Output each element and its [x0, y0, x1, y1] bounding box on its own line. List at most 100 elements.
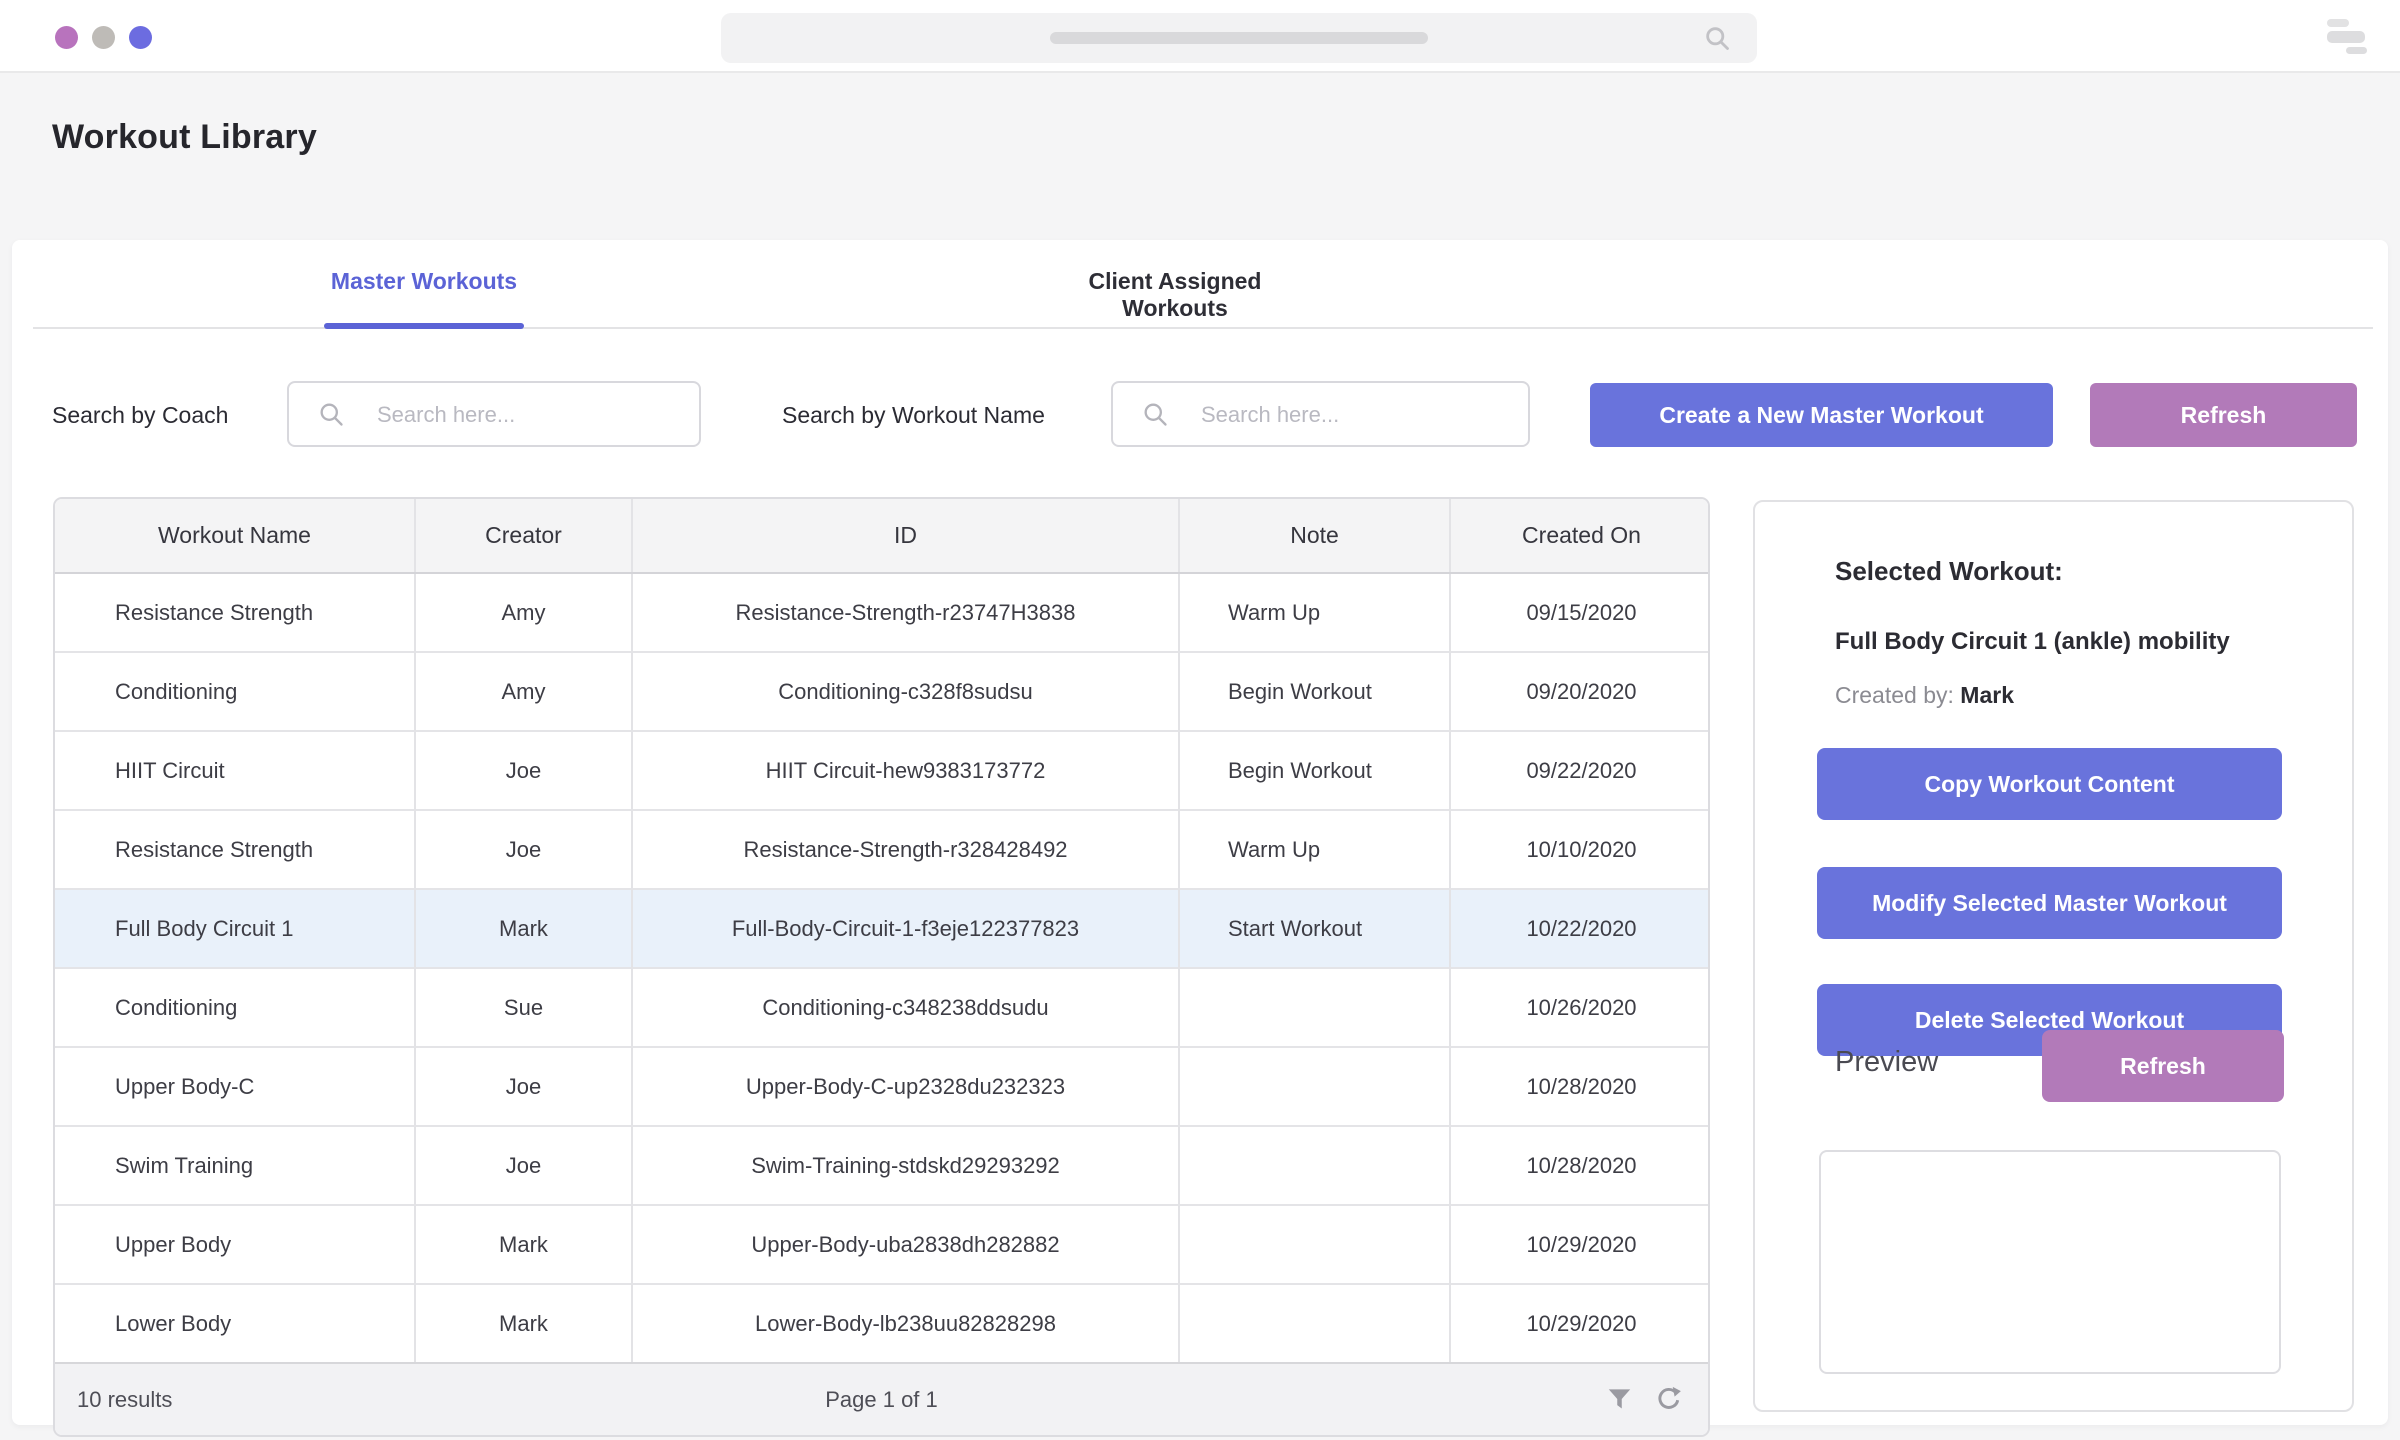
table-cell: 10/26/2020 [1450, 968, 1710, 1047]
table-cell: Begin Workout [1179, 652, 1450, 731]
results-count: 10 results [77, 1387, 172, 1413]
preview-refresh-button[interactable]: Refresh [2042, 1030, 2284, 1102]
window-control-dot-1[interactable] [55, 26, 78, 49]
table-cell: Joe [415, 731, 632, 810]
table-row[interactable]: ConditioningAmyConditioning-c328f8sudsuB… [55, 652, 1710, 731]
filter-icon[interactable] [1606, 1386, 1633, 1413]
search-by-coach-label: Search by Coach [52, 402, 228, 429]
table-cell [1179, 1126, 1450, 1205]
table-cell: Mark [415, 1284, 632, 1362]
table-cell: 09/22/2020 [1450, 731, 1710, 810]
tab-bar: Master Workouts Client Assigned Workouts [33, 240, 2373, 329]
created-by-label: Created by: [1835, 682, 1954, 708]
table-cell: Conditioning [55, 652, 415, 731]
created-by-value: Mark [1960, 682, 2014, 708]
window-control-dot-2[interactable] [92, 26, 115, 49]
column-header-id: ID [632, 499, 1179, 573]
screen: Workout Library Master Workouts Client A… [0, 0, 2400, 1440]
selected-workout-name: Full Body Circuit 1 (ankle) mobility [1835, 628, 2230, 656]
reload-icon[interactable] [1655, 1386, 1682, 1413]
table-cell: Conditioning-c348238ddsudu [632, 968, 1179, 1047]
table-row[interactable]: Resistance StrengthAmyResistance-Strengt… [55, 573, 1710, 652]
search-by-workout-name-field [1111, 381, 1530, 447]
menu-bar-segment [2327, 31, 2365, 43]
table-row[interactable]: Upper Body-CJoeUpper-Body-C-up2328du2323… [55, 1047, 1710, 1126]
window-controls [55, 26, 152, 49]
table-cell: Begin Workout [1179, 731, 1450, 810]
table-cell [1179, 968, 1450, 1047]
tab-master-workouts[interactable]: Master Workouts [324, 268, 524, 295]
table-cell: Mark [415, 1205, 632, 1284]
address-bar-placeholder-line [1050, 32, 1428, 44]
active-tab-underline [324, 323, 524, 329]
table-cell: Conditioning [55, 968, 415, 1047]
created-by-line: Created by: Mark [1835, 682, 2014, 709]
table-cell: Joe [415, 1126, 632, 1205]
table-cell: Mark [415, 889, 632, 968]
column-header-note: Note [1179, 499, 1450, 573]
table-cell: 10/28/2020 [1450, 1126, 1710, 1205]
table-cell: Amy [415, 573, 632, 652]
table-cell: Sue [415, 968, 632, 1047]
create-new-master-workout-button[interactable]: Create a New Master Workout [1590, 383, 2053, 447]
search-icon [317, 400, 345, 428]
table-cell: Resistance-Strength-r328428492 [632, 810, 1179, 889]
menu-bars-icon[interactable] [2327, 19, 2367, 54]
table-cell: Full-Body-Circuit-1-f3eje122377823 [632, 889, 1179, 968]
refresh-button[interactable]: Refresh [2090, 383, 2357, 447]
table-cell: Lower-Body-lb238uu82828298 [632, 1284, 1179, 1362]
table-row[interactable]: Swim TrainingJoeSwim-Training-stdskd2929… [55, 1126, 1710, 1205]
table-cell: Start Workout [1179, 889, 1450, 968]
table-cell [1179, 1047, 1450, 1126]
table-cell: Conditioning-c328f8sudsu [632, 652, 1179, 731]
table-row[interactable]: Full Body Circuit 1MarkFull-Body-Circuit… [55, 889, 1710, 968]
table-cell: Upper Body [55, 1205, 415, 1284]
tab-client-assigned-workouts[interactable]: Client Assigned Workouts [1035, 268, 1315, 322]
table-cell: 10/29/2020 [1450, 1205, 1710, 1284]
search-workout-name-input[interactable] [1199, 383, 1522, 447]
table-cell: Joe [415, 1047, 632, 1126]
search-icon[interactable] [1703, 24, 1731, 52]
table-header: Workout Name Creator ID Note Created On [55, 499, 1710, 573]
selected-workout-heading: Selected Workout: [1835, 556, 2063, 587]
table-cell [1179, 1205, 1450, 1284]
table-footer: 10 results Page 1 of 1 [55, 1362, 1708, 1435]
table-cell: Upper-Body-C-up2328du232323 [632, 1047, 1179, 1126]
table-body: Resistance StrengthAmyResistance-Strengt… [55, 573, 1710, 1362]
table-row[interactable]: Lower BodyMarkLower-Body-lb238uu82828298… [55, 1284, 1710, 1362]
search-by-workout-name-label: Search by Workout Name [782, 402, 1045, 429]
table-row[interactable]: Upper BodyMarkUpper-Body-uba2838dh282882… [55, 1205, 1710, 1284]
table-cell: Resistance-Strength-r23747H3838 [632, 573, 1179, 652]
table-row[interactable]: HIIT CircuitJoeHIIT Circuit-hew938317377… [55, 731, 1710, 810]
main-card: Master Workouts Client Assigned Workouts… [12, 240, 2388, 1425]
table-cell: Amy [415, 652, 632, 731]
table-cell: Warm Up [1179, 810, 1450, 889]
table-row[interactable]: Resistance StrengthJoeResistance-Strengt… [55, 810, 1710, 889]
column-header-creator: Creator [415, 499, 632, 573]
table-cell: 09/15/2020 [1450, 573, 1710, 652]
column-header-workout-name: Workout Name [55, 499, 415, 573]
address-bar[interactable] [721, 13, 1757, 63]
preview-label: Preview [1835, 1046, 1938, 1079]
selected-workout-panel: Selected Workout: Full Body Circuit 1 (a… [1753, 500, 2354, 1412]
table-cell: Resistance Strength [55, 573, 415, 652]
search-coach-input[interactable] [375, 383, 693, 447]
table-cell: Joe [415, 810, 632, 889]
table-cell: Full Body Circuit 1 [55, 889, 415, 968]
copy-workout-content-button[interactable]: Copy Workout Content [1817, 748, 2282, 820]
table-cell: 10/22/2020 [1450, 889, 1710, 968]
table-cell: Swim Training [55, 1126, 415, 1205]
modify-selected-master-workout-button[interactable]: Modify Selected Master Workout [1817, 867, 2282, 939]
workouts-table: Workout Name Creator ID Note Created On … [53, 497, 1710, 1437]
table-cell: 10/28/2020 [1450, 1047, 1710, 1126]
column-header-created-on: Created On [1450, 499, 1710, 573]
pagination-status: Page 1 of 1 [825, 1387, 938, 1413]
table-cell: Swim-Training-stdskd29293292 [632, 1126, 1179, 1205]
table-cell: 10/29/2020 [1450, 1284, 1710, 1362]
table-row[interactable]: ConditioningSueConditioning-c348238ddsud… [55, 968, 1710, 1047]
table-cell: HIIT Circuit-hew9383173772 [632, 731, 1179, 810]
window-control-dot-3[interactable] [129, 26, 152, 49]
table-cell: Lower Body [55, 1284, 415, 1362]
table-cell: HIIT Circuit [55, 731, 415, 810]
search-by-coach-field [287, 381, 701, 447]
